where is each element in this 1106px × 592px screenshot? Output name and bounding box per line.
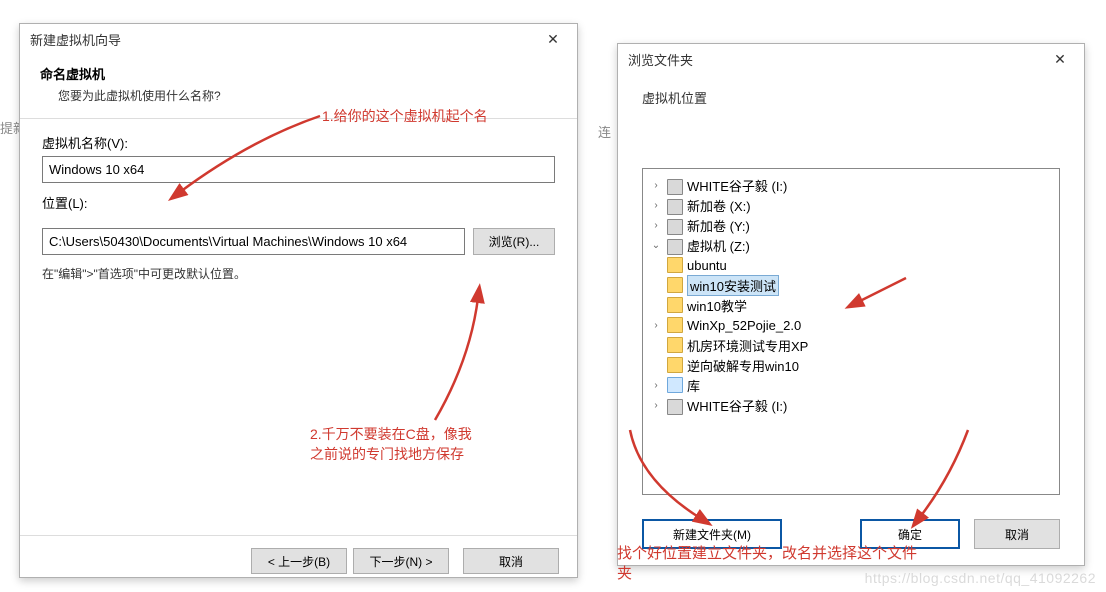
- close-icon[interactable]: ✕: [1038, 45, 1082, 73]
- folder-icon: [667, 337, 683, 353]
- browse-footer: 新建文件夹(M) 确定 取消: [642, 519, 1060, 549]
- vm-location-input[interactable]: [42, 228, 465, 255]
- folder-icon: [667, 257, 683, 273]
- library-icon: [667, 377, 683, 393]
- folder-icon: [667, 317, 683, 333]
- wizard-subheading: 您要为此虚拟机使用什么名称?: [40, 87, 561, 104]
- browse-button[interactable]: 浏览(R)...: [473, 228, 555, 255]
- bg-text-right: 连: [598, 122, 611, 141]
- cancel-button[interactable]: 取消: [974, 519, 1060, 549]
- tree-item-drive[interactable]: ⌄虚拟机 (Z:): [645, 235, 1057, 255]
- tree-item-folder[interactable]: 逆向破解专用win10: [645, 355, 1057, 375]
- browse-title: 浏览文件夹: [628, 50, 693, 69]
- folder-icon: [667, 297, 683, 313]
- vm-location-label: 位置(L):: [42, 193, 555, 212]
- next-button[interactable]: 下一步(N) >: [353, 548, 449, 574]
- browse-folder-dialog: 浏览文件夹 ✕ 虚拟机位置 ›WHITE谷子毅 (I:) ›新加卷 (X:) ›…: [617, 43, 1085, 566]
- drive-icon: [667, 399, 683, 415]
- back-button[interactable]: < 上一步(B): [251, 548, 347, 574]
- drive-icon: [667, 239, 683, 255]
- cancel-button[interactable]: 取消: [463, 548, 559, 574]
- tree-item-folder[interactable]: 机房环境测试专用XP: [645, 335, 1057, 355]
- wizard-header: 命名虚拟机 您要为此虚拟机使用什么名称?: [20, 54, 577, 119]
- tree-item-drive[interactable]: ›WHITE谷子毅 (I:): [645, 175, 1057, 195]
- drive-icon: [667, 219, 683, 235]
- tree-item-drive[interactable]: ›新加卷 (Y:): [645, 215, 1057, 235]
- watermark: https://blog.csdn.net/qq_41092262: [865, 570, 1096, 586]
- wizard-footer: < 上一步(B) 下一步(N) > 取消: [20, 535, 577, 586]
- ok-button[interactable]: 确定: [860, 519, 960, 549]
- tree-item-library[interactable]: ›库: [645, 375, 1057, 395]
- tree-item-folder[interactable]: win10教学: [645, 295, 1057, 315]
- drive-icon: [667, 199, 683, 215]
- location-hint: 在"编辑">"首选项"中可更改默认位置。: [42, 265, 555, 282]
- vm-name-input[interactable]: [42, 156, 555, 183]
- browse-titlebar: 浏览文件夹 ✕: [618, 44, 1084, 74]
- folder-icon: [667, 277, 683, 293]
- wizard-heading: 命名虚拟机: [40, 64, 561, 83]
- new-vm-wizard-dialog: 新建虚拟机向导 ✕ 命名虚拟机 您要为此虚拟机使用什么名称? 虚拟机名称(V):…: [19, 23, 578, 578]
- wizard-titlebar: 新建虚拟机向导 ✕: [20, 24, 577, 54]
- tree-item-folder[interactable]: ›WinXp_52Pojie_2.0: [645, 315, 1057, 335]
- folder-icon: [667, 357, 683, 373]
- browse-subtitle: 虚拟机位置: [618, 74, 1084, 113]
- tree-item-folder-selected[interactable]: win10安装测试: [645, 275, 1057, 295]
- wizard-title: 新建虚拟机向导: [30, 30, 121, 49]
- vm-name-label: 虚拟机名称(V):: [42, 133, 555, 152]
- close-icon[interactable]: ✕: [531, 25, 575, 53]
- folder-tree[interactable]: ›WHITE谷子毅 (I:) ›新加卷 (X:) ›新加卷 (Y:) ⌄虚拟机 …: [642, 168, 1060, 495]
- tree-item-folder[interactable]: ubuntu: [645, 255, 1057, 275]
- new-folder-button[interactable]: 新建文件夹(M): [642, 519, 782, 549]
- tree-item-drive[interactable]: ›WHITE谷子毅 (I:): [645, 395, 1057, 415]
- tree-item-drive[interactable]: ›新加卷 (X:): [645, 195, 1057, 215]
- drive-icon: [667, 179, 683, 195]
